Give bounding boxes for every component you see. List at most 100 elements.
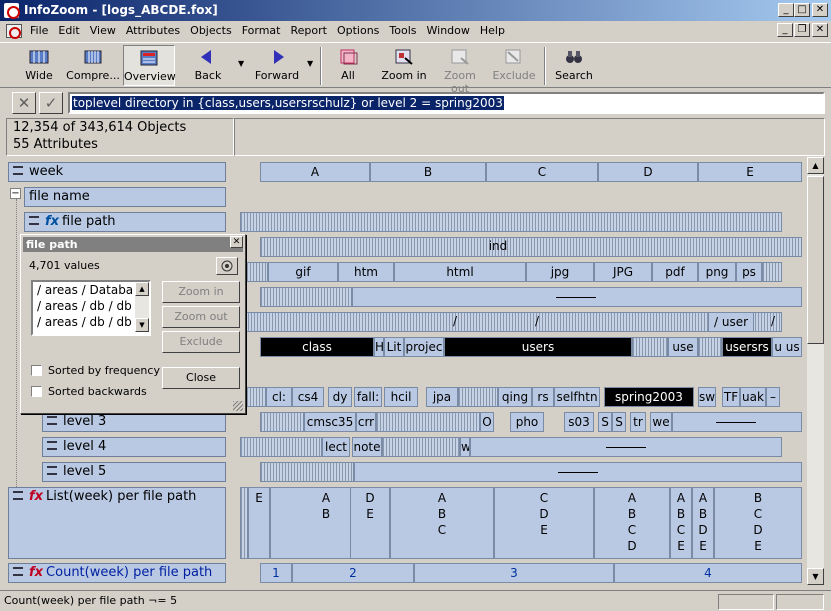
attribute-level-4[interactable]: level 4: [42, 437, 226, 457]
level3-cell[interactable]: we: [650, 412, 672, 432]
menu-tools[interactable]: Tools: [386, 24, 423, 37]
toplevel-cell[interactable]: Lit: [384, 337, 404, 357]
menu-report[interactable]: Report: [287, 24, 333, 37]
apply-filter-button[interactable]: ✓: [39, 92, 63, 114]
count-cell[interactable]: 3: [414, 563, 614, 583]
overview-button[interactable]: Overview: [123, 45, 176, 86]
hatch-cell[interactable]: [382, 437, 460, 457]
week-cell[interactable]: A: [260, 162, 370, 182]
list-scroll-down-icon[interactable]: ▼: [135, 318, 149, 332]
count-cell[interactable]: 1: [260, 563, 292, 583]
wide-button[interactable]: Wide: [18, 45, 60, 86]
list-item[interactable]: / areas / Databa: [33, 282, 149, 298]
hatch-cell[interactable]: [632, 337, 668, 357]
ext-cell[interactable]: jpg: [526, 262, 594, 282]
back-dropdown-icon[interactable]: ▼: [238, 59, 244, 68]
hatch-cell[interactable]: [240, 487, 248, 559]
ext-cell[interactable]: htm: [338, 262, 394, 282]
level2-cell[interactable]: hcil: [384, 387, 418, 407]
mdi-minimize-button[interactable]: _: [777, 23, 793, 37]
level2-cell[interactable]: cl:: [266, 387, 292, 407]
level3-cell[interactable]: cmsc35: [304, 412, 356, 432]
level2-cell[interactable]: dy: [328, 387, 352, 407]
cancel-filter-button[interactable]: ✕: [12, 92, 36, 114]
maximize-button[interactable]: □: [794, 3, 810, 17]
menu-attributes[interactable]: Attributes: [123, 24, 187, 37]
level2-cell[interactable]: uak: [740, 387, 766, 407]
toplevel-cell-selected[interactable]: class: [260, 337, 374, 357]
menu-help[interactable]: Help: [477, 24, 512, 37]
forward-button[interactable]: Forward: [253, 45, 301, 86]
exclude-button[interactable]: Exclude: [492, 45, 536, 86]
week-cell[interactable]: C: [486, 162, 598, 182]
attribute-file-path[interactable]: fx file path: [24, 212, 226, 232]
level2-cell[interactable]: qing: [498, 387, 532, 407]
mdi-restore-button[interactable]: ❐: [794, 23, 810, 37]
level2-cell[interactable]: sw: [698, 387, 716, 407]
scroll-up-icon[interactable]: ▲: [807, 157, 824, 174]
ext-cell[interactable]: JPG: [594, 262, 652, 282]
dialog-close-button[interactable]: Close: [162, 367, 240, 389]
mdi-close-button[interactable]: ✕: [812, 23, 828, 37]
week-cell[interactable]: B: [370, 162, 486, 182]
vertical-scrollbar[interactable]: ▲ ▼: [807, 157, 824, 585]
toplevel-cell-selected[interactable]: usersrs: [722, 337, 772, 357]
search-button[interactable]: Search: [553, 45, 595, 86]
level2-cell[interactable]: jpa: [426, 387, 458, 407]
list-scroll-up-icon[interactable]: ▲: [135, 282, 149, 296]
toplevel-cell[interactable]: u us: [772, 337, 802, 357]
menu-objects[interactable]: Objects: [187, 24, 239, 37]
level2-cell-selected[interactable]: spring2003: [604, 387, 694, 407]
toplevel-cell[interactable]: H: [374, 337, 384, 357]
hatch-cell[interactable]: [376, 412, 480, 432]
list-cell[interactable]: ABCD: [594, 487, 670, 559]
week-cell[interactable]: E: [698, 162, 802, 182]
list-cell[interactable]: ABC: [390, 487, 494, 559]
minimize-button[interactable]: _: [778, 3, 794, 17]
forward-dropdown-icon[interactable]: ▼: [307, 59, 313, 68]
level2-cell[interactable]: TF: [722, 387, 740, 407]
hatch-cell[interactable]: [762, 262, 782, 282]
attribute-file-name[interactable]: file name: [24, 187, 226, 207]
menu-window[interactable]: Window: [424, 24, 477, 37]
list-cell[interactable]: ABCE: [670, 487, 692, 559]
hatch-cell[interactable]: [244, 312, 782, 332]
attribute-level-5[interactable]: level 5: [42, 462, 226, 482]
list-cell[interactable]: E: [248, 487, 270, 559]
attribute-level-3[interactable]: level 3: [42, 412, 226, 432]
count-cell[interactable]: 2: [292, 563, 414, 583]
hatch-cell[interactable]: [458, 387, 498, 407]
file-path-values[interactable]: [240, 212, 782, 232]
dialog-exclude-button[interactable]: Exclude: [162, 331, 240, 353]
hatch-cell[interactable]: [260, 287, 352, 307]
level4-cell[interactable]: w: [460, 437, 470, 457]
count-cell[interactable]: 4: [614, 563, 802, 583]
compress-button[interactable]: Compre...: [66, 45, 120, 86]
level2-cell[interactable]: rs: [532, 387, 554, 407]
document-icon[interactable]: [6, 24, 22, 39]
dialog-title[interactable]: file path: [23, 237, 243, 252]
hatch-cell[interactable]: [240, 437, 322, 457]
level3-cell[interactable]: S: [598, 412, 612, 432]
level4-cell[interactable]: note: [352, 437, 382, 457]
menu-options[interactable]: Options: [334, 24, 386, 37]
level3-cell[interactable]: s03: [564, 412, 594, 432]
user-cell[interactable]: / user: [708, 312, 754, 332]
dialog-close-icon[interactable]: ✕: [230, 236, 243, 248]
scroll-down-icon[interactable]: ▼: [807, 568, 824, 585]
scroll-thumb[interactable]: [807, 176, 824, 344]
hatch-cell[interactable]: [260, 462, 354, 482]
toplevel-cell-selected[interactable]: users: [444, 337, 632, 357]
list-cell[interactable]: BCDE: [714, 487, 802, 559]
filter-input[interactable]: toplevel directory in {class,users,users…: [68, 92, 825, 114]
all-button[interactable]: All: [330, 45, 366, 86]
sorted-backwards-checkbox[interactable]: [31, 386, 42, 397]
collapse-icon[interactable]: −: [10, 188, 21, 199]
toplevel-cell[interactable]: projec: [404, 337, 444, 357]
level3-cell[interactable]: crr: [356, 412, 376, 432]
list-item[interactable]: / areas / db / db: [33, 314, 149, 330]
level3-cell[interactable]: O: [480, 412, 494, 432]
zoom-out-button[interactable]: Zoom out: [434, 45, 486, 95]
list-item[interactable]: / areas / db / db: [33, 298, 149, 314]
value-list[interactable]: / areas / Databa / areas / db / db / are…: [31, 280, 151, 336]
